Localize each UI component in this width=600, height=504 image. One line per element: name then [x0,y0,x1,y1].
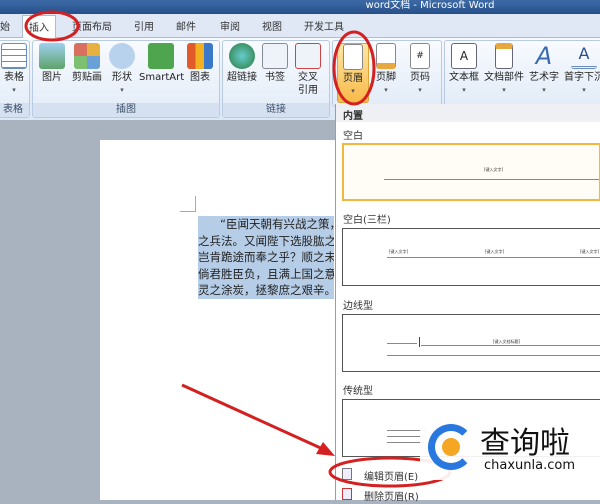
arrow-head [316,442,335,456]
annotation-arrow [181,383,326,452]
annotation-circle-header-button [332,30,376,106]
watermark-brand: 查询啦 [480,426,570,461]
watermark-url: chaxunla.com [484,458,575,473]
watermark: 查询啦 chaxunla.com [420,418,600,480]
annotation-circle-insert-tab [24,10,80,42]
watermark-logo-dot [442,438,460,456]
